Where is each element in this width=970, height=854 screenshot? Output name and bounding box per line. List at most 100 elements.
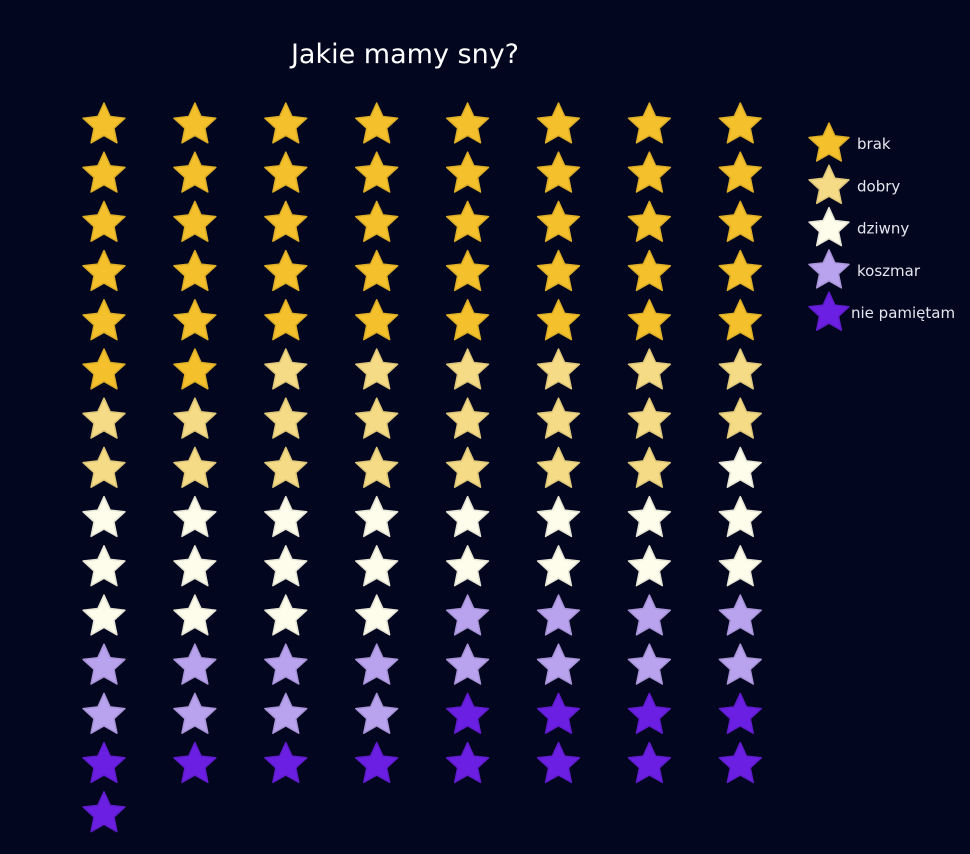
star-icon bbox=[718, 446, 762, 488]
star-icon bbox=[627, 151, 672, 193]
star-icon bbox=[82, 397, 126, 439]
star-icon bbox=[173, 643, 217, 685]
star-icon bbox=[627, 348, 672, 390]
star-icon bbox=[718, 102, 762, 144]
star-icon bbox=[536, 299, 581, 341]
star-icon bbox=[264, 249, 308, 292]
star-icon bbox=[445, 397, 490, 439]
star-icon bbox=[173, 545, 217, 587]
star-icon bbox=[718, 151, 762, 193]
star-icon bbox=[718, 249, 762, 292]
star-icon bbox=[445, 299, 490, 341]
legend-star-icon bbox=[808, 164, 850, 205]
star-icon bbox=[264, 151, 308, 193]
star-icon bbox=[536, 594, 581, 636]
star-icon bbox=[173, 594, 217, 636]
legend-star-icon bbox=[808, 122, 850, 162]
star-icon bbox=[82, 545, 126, 587]
legend-item: dobry bbox=[808, 164, 900, 205]
star-icon bbox=[536, 545, 581, 587]
star-icon bbox=[627, 249, 672, 292]
legend-label: dziwny bbox=[857, 220, 909, 238]
star-icon bbox=[355, 249, 399, 292]
star-icon bbox=[82, 299, 126, 341]
star-icon bbox=[536, 249, 581, 292]
star-icon bbox=[445, 545, 490, 587]
legend-star-icon bbox=[808, 206, 850, 247]
star-icon bbox=[627, 545, 672, 587]
legend-label: nie pamiętam bbox=[851, 304, 955, 322]
star-icon bbox=[627, 299, 672, 341]
star-icon bbox=[82, 594, 126, 636]
star-icon bbox=[264, 594, 308, 636]
star-icon bbox=[82, 200, 126, 242]
star-icon bbox=[536, 692, 581, 734]
star-icon bbox=[627, 446, 672, 488]
star-icon bbox=[627, 102, 672, 144]
chart-title: Jakie mamy sny? bbox=[289, 39, 519, 70]
star-icon bbox=[264, 545, 308, 587]
star-icon bbox=[627, 495, 672, 538]
legend-item: dziwny bbox=[808, 206, 909, 247]
star-icon bbox=[82, 249, 126, 292]
star-icon bbox=[445, 200, 490, 242]
star-icon bbox=[355, 741, 399, 784]
star-icon bbox=[355, 495, 399, 538]
star-icon bbox=[718, 348, 762, 390]
star-icon bbox=[82, 791, 126, 833]
star-icon bbox=[264, 643, 308, 685]
star-icon bbox=[627, 741, 672, 784]
star-icon bbox=[536, 200, 581, 242]
star-icon bbox=[173, 446, 217, 488]
star-icon bbox=[718, 495, 762, 538]
star-icon bbox=[627, 643, 672, 685]
star-icon bbox=[445, 495, 490, 538]
star-icon bbox=[536, 102, 581, 144]
star-icon bbox=[355, 102, 399, 144]
star-icon bbox=[536, 151, 581, 193]
star-icon bbox=[718, 594, 762, 636]
star-icon bbox=[264, 446, 308, 488]
star-icon bbox=[173, 249, 217, 292]
star-icon bbox=[718, 299, 762, 341]
star-icon bbox=[536, 446, 581, 488]
star-icon bbox=[355, 200, 399, 242]
star-icon bbox=[445, 151, 490, 193]
star-icon bbox=[445, 594, 490, 636]
legend-star-icon bbox=[808, 291, 850, 331]
star-icon bbox=[173, 299, 217, 341]
legend-star-icon bbox=[808, 249, 850, 289]
star-icon bbox=[82, 151, 126, 193]
star-icon bbox=[445, 692, 490, 734]
star-icon bbox=[264, 348, 308, 390]
star-icon bbox=[627, 397, 672, 439]
star-icon bbox=[445, 102, 490, 144]
star-icon bbox=[627, 200, 672, 242]
legend-item: koszmar bbox=[808, 249, 921, 289]
star-icon bbox=[264, 299, 308, 341]
star-icon bbox=[355, 299, 399, 341]
star-icon bbox=[173, 151, 217, 193]
star-icon bbox=[264, 102, 308, 144]
star-icon bbox=[264, 741, 308, 784]
star-icon bbox=[536, 397, 581, 439]
star-icon bbox=[445, 249, 490, 292]
star-icon bbox=[445, 446, 490, 488]
star-icon bbox=[718, 741, 762, 784]
star-icon bbox=[445, 741, 490, 784]
legend: brak dobry dziwny koszmar nie pamiętam bbox=[808, 122, 955, 331]
star-icon bbox=[173, 495, 217, 538]
star-icon bbox=[264, 495, 308, 538]
star-icon bbox=[264, 397, 308, 439]
star-icon bbox=[173, 102, 217, 144]
star-icon bbox=[82, 102, 126, 144]
star-icon bbox=[355, 643, 399, 685]
star-grid bbox=[82, 102, 762, 833]
star-icon bbox=[264, 692, 308, 734]
star-icon bbox=[82, 741, 126, 784]
star-icon bbox=[264, 200, 308, 242]
star-icon bbox=[173, 397, 217, 439]
star-icon bbox=[355, 545, 399, 587]
star-icon bbox=[82, 348, 126, 390]
star-icon bbox=[718, 200, 762, 242]
